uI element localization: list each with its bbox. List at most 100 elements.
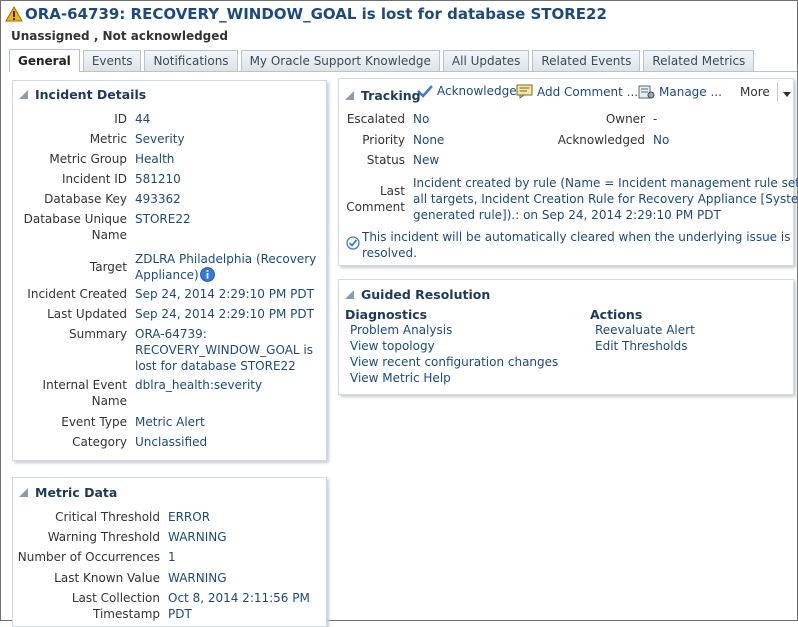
id-label: ID [114, 112, 127, 126]
incident-id-value: 581210 [135, 172, 181, 186]
title-bar: ORA-64739: RECOVERY_WINDOW_GOAL is lost … [5, 3, 607, 25]
last-known-value-label: Last Known Value [54, 571, 160, 585]
warning-icon [5, 6, 23, 22]
info-icon[interactable] [199, 267, 215, 282]
tab-bar: General Events Notifications My Oracle S… [9, 49, 797, 72]
owner-value: - [653, 112, 658, 126]
edit-thresholds-link[interactable]: Edit Thresholds [595, 338, 695, 354]
incident-created-label: Incident Created [27, 287, 127, 301]
priority-value: None [413, 133, 445, 147]
category-label: Category [72, 435, 127, 449]
tab-related-metrics[interactable]: Related Metrics [643, 50, 755, 71]
tab-general[interactable]: General [9, 49, 80, 72]
collapse-triangle-icon[interactable] [345, 90, 354, 100]
summary-label: Summary [69, 327, 127, 341]
metric-value: Severity [135, 132, 185, 146]
incident-state-subtitle: Unassigned , Not acknowledged [11, 29, 228, 43]
priority-label: Priority [362, 133, 405, 147]
manage-label: Manage ... [659, 85, 722, 99]
last-known-value: WARNING [168, 571, 227, 585]
incident-details-panel: Incident Details ID 44 Metric Severity Met… [12, 80, 327, 461]
acknowledged-label: Acknowledged [557, 133, 645, 147]
tracking-title: Tracking [361, 87, 421, 103]
tab-related-events[interactable]: Related Events [532, 50, 641, 71]
metric-label: Metric [89, 132, 127, 146]
metric-data-title: Metric Data [35, 484, 118, 500]
acknowledge-button[interactable]: Acknowledge [417, 84, 517, 98]
collapse-triangle-icon[interactable] [19, 89, 28, 99]
guided-resolution-header: Guided Resolution [339, 283, 793, 305]
incident-details-header: Incident Details [13, 83, 326, 105]
metric-group-label: Metric Group [49, 152, 127, 166]
dropdown-arrow-icon[interactable] [783, 92, 791, 97]
metric-data-fields: Critical Threshold ERROR Warning Threshol… [13, 509, 326, 624]
manage-button[interactable]: Manage ... [638, 84, 722, 100]
collapse-triangle-icon[interactable] [19, 487, 28, 497]
add-comment-label: Add Comment ... [537, 84, 639, 99]
view-recent-configuration-changes-link[interactable]: View recent configuration changes [350, 354, 558, 370]
auto-clear-icon [346, 236, 360, 250]
reevaluate-alert-link[interactable]: Reevaluate Alert [595, 322, 695, 338]
last-collection-timestamp-value: Oct 8, 2014 2:11:56 PM PDT [168, 591, 310, 621]
escalated-value: No [413, 112, 430, 126]
metric-group-value: Health [135, 152, 175, 166]
warning-threshold-value: WARNING [168, 530, 227, 544]
comment-icon [516, 84, 533, 99]
occurrences-value: 1 [168, 550, 176, 564]
database-unique-name-label: Database Unique Name [23, 212, 127, 242]
last-comment-label: Last Comment [346, 184, 405, 214]
checkmark-icon [417, 85, 433, 98]
escalated-label: Escalated [346, 112, 405, 126]
tab-events[interactable]: Events [82, 50, 142, 71]
database-unique-name-value: STORE22 [135, 212, 191, 226]
status-value: New [413, 153, 440, 167]
target-link[interactable]: ZDLRA Philadelphia (Recovery Appliance) [135, 252, 316, 282]
database-key-label: Database Key [44, 192, 127, 206]
event-type-value: Metric Alert [135, 415, 205, 429]
auto-clear-message: This incident will be automatically clea… [362, 230, 791, 260]
collapse-triangle-icon[interactable] [345, 289, 354, 299]
manage-icon [638, 85, 655, 99]
guided-resolution-panel: Guided Resolution Diagnostics Problem An… [338, 279, 794, 395]
incident-id-label: Incident ID [62, 172, 127, 186]
metric-data-panel: Metric Data Critical Threshold ERROR Warn… [12, 477, 327, 627]
owner-label: Owner [605, 112, 645, 126]
category-value: Unclassified [135, 435, 208, 449]
acknowledge-label: Acknowledge [437, 84, 517, 98]
incident-created-value: Sep 24, 2014 2:29:10 PM PDT [135, 287, 314, 301]
view-metric-help-link[interactable]: View Metric Help [350, 370, 558, 386]
diagnostics-section: Diagnostics Problem Analysis View topolo… [345, 307, 558, 386]
metric-data-header: Metric Data [13, 481, 326, 503]
view-topology-link[interactable]: View topology [350, 338, 558, 354]
target-label: Target [89, 260, 127, 274]
summary-value: ORA-64739: RECOVERY_WINDOW_GOAL is lost fo… [135, 327, 313, 373]
incident-details-fields: ID 44 Metric Severity Metric Group Health I… [13, 111, 326, 454]
occurrences-label: Number of Occurrences [17, 550, 160, 564]
diagnostics-title: Diagnostics [345, 307, 428, 322]
add-comment-button[interactable]: Add Comment ... [516, 84, 638, 99]
id-value: 44 [135, 112, 151, 126]
internal-event-name-label: Internal Event Name [42, 378, 127, 408]
critical-threshold-value: ERROR [168, 510, 211, 524]
actions-title: Actions [590, 307, 643, 322]
incident-details-title: Incident Details [35, 86, 147, 102]
last-comment-value: Incident created by rule (Name = Inciden… [413, 176, 798, 222]
last-updated-value: Sep 24, 2014 2:29:10 PM PDT [135, 307, 314, 321]
last-updated-label: Last Updated [47, 307, 127, 321]
more-label: More [740, 85, 770, 99]
tracking-panel: Tracking Acknowledge Add Comment ... Man… [338, 78, 798, 266]
internal-event-name-value: dblra_health:severity [135, 378, 263, 392]
tab-all-updates[interactable]: All Updates [442, 50, 530, 71]
last-collection-timestamp-label: Last Collection Timestamp [71, 591, 160, 621]
more-menu[interactable]: More [740, 85, 770, 99]
problem-analysis-link[interactable]: Problem Analysis [350, 322, 558, 338]
tab-notifications[interactable]: Notifications [144, 50, 238, 71]
database-key-value: 493362 [135, 192, 181, 206]
tab-my-oracle-support-knowledge[interactable]: My Oracle Support Knowledge [240, 50, 440, 71]
status-label: Status [366, 153, 405, 167]
actions-section: Actions Reevaluate Alert Edit Thresholds [590, 307, 695, 354]
warning-threshold-label: Warning Threshold [47, 530, 160, 544]
page-title: ORA-64739: RECOVERY_WINDOW_GOAL is lost … [25, 5, 607, 23]
guided-resolution-title: Guided Resolution [361, 286, 491, 302]
acknowledged-value: No [653, 133, 670, 147]
